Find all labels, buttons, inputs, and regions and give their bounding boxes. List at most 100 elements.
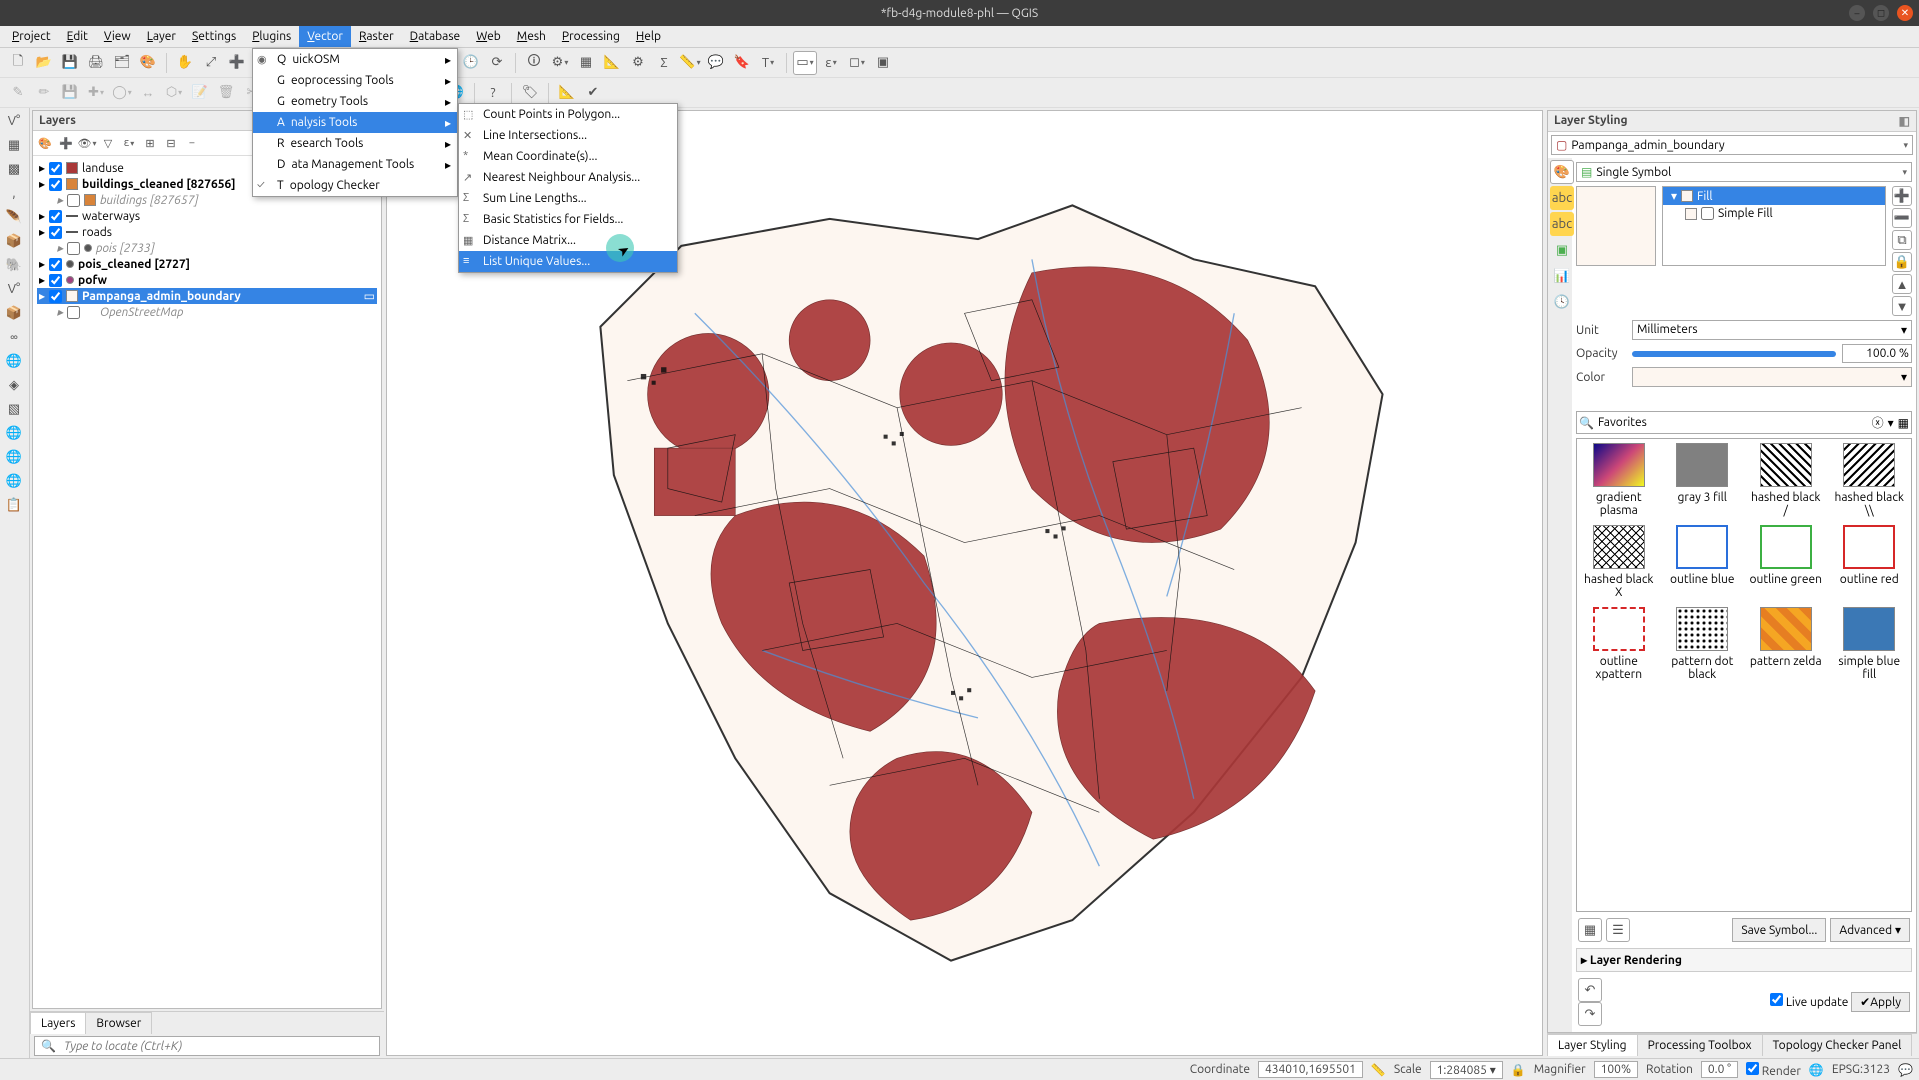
menu-item[interactable]: ⬚Count Points in Polygon... xyxy=(459,104,677,125)
advanced-button[interactable]: Advanced ▾ xyxy=(1830,918,1910,942)
layer-row[interactable]: ▸pois [2733] xyxy=(37,240,377,256)
favorites-search-input[interactable] xyxy=(1598,416,1868,429)
menu-view[interactable]: View xyxy=(96,26,139,47)
tab-processing-toolbox[interactable]: Processing Toolbox xyxy=(1637,1034,1763,1056)
style-swatch[interactable]: outline blue xyxy=(1665,525,1741,599)
close-button[interactable]: ✕ xyxy=(1897,5,1913,21)
analysis-tools-submenu[interactable]: ⬚Count Points in Polygon...✕Line Interse… xyxy=(458,103,678,273)
symbology-tab-icon[interactable]: 🎨 xyxy=(1550,160,1574,184)
menu-item[interactable]: Geometry Tools xyxy=(253,91,457,112)
history-tab-icon[interactable]: 🕓 xyxy=(1550,290,1574,314)
menu-settings[interactable]: Settings xyxy=(184,26,244,47)
layer-row[interactable]: ▸Pampanga_admin_boundary▭ xyxy=(37,288,377,304)
tab-browser[interactable]: Browser xyxy=(85,1012,152,1034)
new-scratch-icon[interactable]: 📋 xyxy=(2,494,26,516)
current-edits-icon[interactable]: ✎ xyxy=(6,81,30,105)
menu-project[interactable]: Project xyxy=(4,26,59,47)
vertex-tool-icon[interactable]: ⬡ xyxy=(162,81,186,105)
filter-legend-icon[interactable]: ▽ xyxy=(99,134,117,152)
maximize-button[interactable]: ◻ xyxy=(1873,5,1889,21)
visibility-icon[interactable]: 👁 xyxy=(78,134,96,152)
menu-item[interactable]: ΣBasic Statistics for Fields... xyxy=(459,209,677,230)
panel-float-icon[interactable]: ◧ xyxy=(1899,114,1910,128)
style-swatch[interactable]: outline red xyxy=(1832,525,1908,599)
vector-tile-icon[interactable]: ▧ xyxy=(2,398,26,420)
crs-icon[interactable]: 🌐 xyxy=(1809,1063,1824,1077)
layer-visibility-checkbox[interactable] xyxy=(49,274,62,287)
remove-layer-icon[interactable]: − xyxy=(183,134,201,152)
annotation-dropdown-icon[interactable]: T xyxy=(756,51,780,75)
style-swatch[interactable]: hashed black \\ xyxy=(1832,443,1908,517)
save-symbol-button[interactable]: Save Symbol... xyxy=(1732,918,1826,942)
rotation-field[interactable]: 0.0 ° xyxy=(1701,1061,1738,1078)
style-swatch[interactable]: hashed black X xyxy=(1581,525,1657,599)
menu-processing[interactable]: Processing xyxy=(554,26,628,47)
menu-mesh[interactable]: Mesh xyxy=(509,26,554,47)
menu-item[interactable]: ≡List Unique Values... xyxy=(459,251,677,272)
tab-layers[interactable]: Layers xyxy=(30,1012,86,1034)
expand-all-icon[interactable]: ⊞ xyxy=(141,134,159,152)
layer-visibility-checkbox[interactable] xyxy=(49,290,62,303)
layer-visibility-checkbox[interactable] xyxy=(49,178,62,191)
undo-style-icon[interactable]: ↶ xyxy=(1578,978,1602,1002)
add-group-icon[interactable]: ➕ xyxy=(57,134,75,152)
symbol-layer-tree[interactable]: ▾ Fill Simple Fill xyxy=(1662,186,1886,266)
menu-item[interactable]: Analysis Tools xyxy=(253,112,457,133)
masks-tab-icon[interactable]: abc xyxy=(1550,212,1574,236)
wfs-layer-icon[interactable]: 🌐 xyxy=(2,446,26,468)
favorites-grid[interactable]: gradient plasmagray 3 fillhashed black /… xyxy=(1576,438,1912,912)
style-swatch[interactable]: simple blue fill xyxy=(1832,607,1908,681)
arcgis-layer-icon[interactable]: 🌐 xyxy=(2,470,26,492)
menu-layer[interactable]: Layer xyxy=(139,26,184,47)
open-table-icon[interactable]: ▦ xyxy=(574,51,598,75)
layout-manager-icon[interactable]: 🗂 xyxy=(110,51,134,75)
mesh-layer-icon[interactable]: ▩ xyxy=(2,158,26,180)
geopackage-icon[interactable]: 📦 xyxy=(2,230,26,252)
styling-layer-selector[interactable]: ▢Pampanga_admin_boundary xyxy=(1551,135,1913,155)
menu-plugins[interactable]: Plugins xyxy=(244,26,299,47)
add-symbol-layer-icon[interactable]: ➕ xyxy=(1892,186,1912,206)
move-down-icon[interactable]: ▼ xyxy=(1892,296,1912,316)
vector-layer-icon[interactable]: V° xyxy=(2,110,26,132)
save-project-icon[interactable]: 💾 xyxy=(58,51,82,75)
spatialite-icon[interactable]: 🪶 xyxy=(2,206,26,228)
stats-summary-icon[interactable]: Σ xyxy=(652,51,676,75)
digitize-shape-icon[interactable]: ◯ xyxy=(110,81,134,105)
layer-visibility-checkbox[interactable] xyxy=(49,258,62,271)
menu-web[interactable]: Web xyxy=(468,26,509,47)
menu-item[interactable]: *Mean Coordinate(s)... xyxy=(459,146,677,167)
new-project-icon[interactable]: 🗋 xyxy=(6,51,30,75)
pan-to-selection-icon[interactable]: ⤢ xyxy=(199,51,223,75)
map-tips-icon[interactable]: 💬 xyxy=(704,51,728,75)
labels-tab-icon[interactable]: abc xyxy=(1550,186,1574,210)
layer-visibility-checkbox[interactable] xyxy=(67,194,80,207)
scale-field[interactable]: 1:284085 ▾ xyxy=(1430,1061,1503,1079)
symbol-tree-item[interactable]: Simple Fill xyxy=(1663,205,1885,222)
render-checkbox[interactable]: Render xyxy=(1746,1062,1801,1078)
view-mode-icon[interactable]: ▦ xyxy=(1898,416,1909,430)
minimize-button[interactable]: – xyxy=(1849,5,1865,21)
measure-icon[interactable]: 📏 xyxy=(678,51,702,75)
xyz-layer-icon[interactable]: ◈ xyxy=(2,374,26,396)
layer-visibility-checkbox[interactable] xyxy=(49,210,62,223)
virtual-layer-icon[interactable]: ∞ xyxy=(2,326,26,348)
icon-view-icon[interactable]: ▦ xyxy=(1578,918,1602,942)
style-manager-icon[interactable]: 🎨 xyxy=(136,51,160,75)
select-all-icon[interactable]: ▣ xyxy=(871,51,895,75)
layer-visibility-checkbox[interactable] xyxy=(67,306,80,319)
menu-vector[interactable]: Vector xyxy=(299,26,351,47)
layer-row[interactable]: ▸pois_cleaned [2727] xyxy=(37,256,377,272)
vector-menu-dropdown[interactable]: ◉QuickOSMGeoprocessing ToolsGeometry Too… xyxy=(252,48,458,197)
select-features-icon[interactable]: ▭ xyxy=(793,51,817,75)
tab-topology-checker-panel[interactable]: Topology Checker Panel xyxy=(1762,1034,1913,1056)
layer-rendering-section[interactable]: ▸ Layer Rendering xyxy=(1576,948,1912,972)
wcs-layer-icon[interactable]: 🌐 xyxy=(2,422,26,444)
help-icon[interactable]: ? xyxy=(481,81,505,105)
layers-tree[interactable]: ▸landuse▸buildings_cleaned [827656]▸buil… xyxy=(33,156,381,1008)
layer-row[interactable]: ▸pofw xyxy=(37,272,377,288)
menu-raster[interactable]: Raster xyxy=(351,26,402,47)
add-feature-icon[interactable]: ✚ xyxy=(84,81,108,105)
pan-icon[interactable]: ✋ xyxy=(173,51,197,75)
menu-database[interactable]: Database xyxy=(402,26,469,47)
layer-row[interactable]: ▸waterways xyxy=(37,208,377,224)
